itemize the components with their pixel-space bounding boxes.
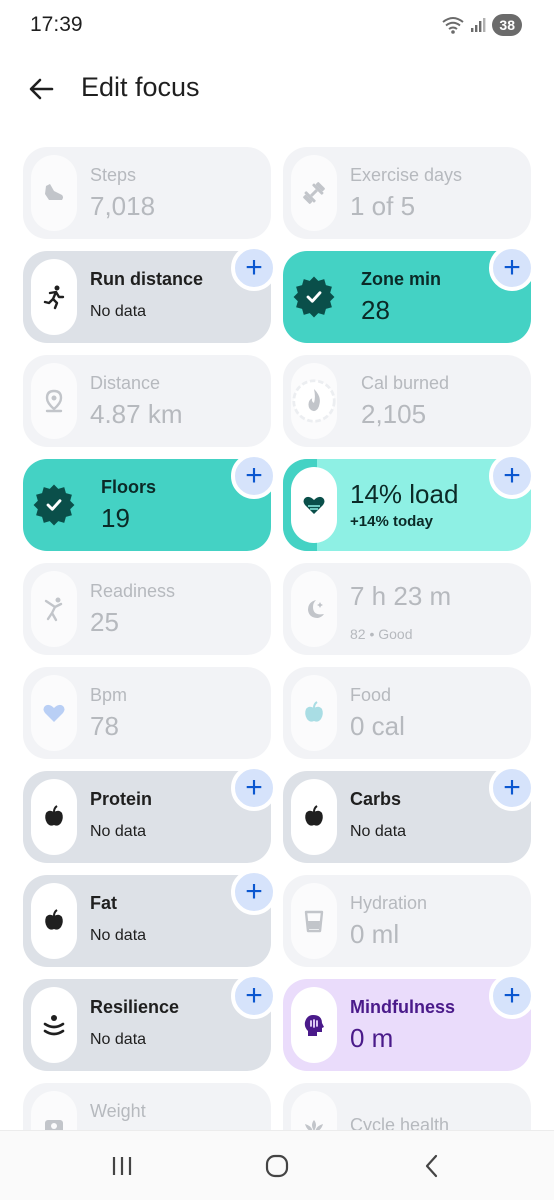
add-carbs-button[interactable]: + (489, 765, 531, 811)
recent-apps-icon (112, 1157, 132, 1175)
badge-check-icon (33, 484, 75, 526)
flame-icon (292, 379, 336, 423)
back-button[interactable] (20, 68, 62, 110)
shoe-icon (45, 184, 63, 200)
tile-value: 1 of 5 (350, 191, 416, 221)
battery-indicator: 38 (492, 14, 522, 36)
signal-icon (471, 18, 486, 32)
add-mindfulness-button[interactable]: + (489, 973, 531, 1019)
tile-value: 19 (101, 503, 130, 533)
tile-label: Hydration (350, 893, 428, 913)
tile-distance: Distance 4.87 km (23, 355, 271, 447)
apple-icon (305, 701, 323, 722)
tile-label: Carbs (350, 789, 402, 809)
tile-label: Bpm (90, 685, 128, 705)
page-title: Edit focus (81, 72, 200, 102)
tile-sub: No data (90, 1031, 147, 1048)
mind-head-icon (304, 1015, 324, 1036)
tile-label: Steps (90, 165, 137, 185)
status-bar: 17:39 38 (0, 0, 554, 52)
moon-star-icon (308, 600, 324, 618)
tile-value: 14% load (350, 479, 459, 509)
tile-hydration: Hydration 0 ml (283, 875, 531, 967)
tile-label: Distance (90, 373, 161, 393)
tile-sub: No data (90, 823, 147, 840)
water-glass-icon (304, 910, 324, 933)
tile-value: 25 (90, 607, 119, 637)
tile-label: Protein (90, 789, 153, 809)
tile-label: Cycle health (350, 1115, 450, 1130)
tile-bpm: Bpm 78 (23, 667, 271, 759)
arrow-left-icon (29, 78, 54, 100)
add-protein-button[interactable]: + (231, 765, 277, 811)
tile-value: 28 (361, 295, 390, 325)
tile-value: 7,018 (90, 191, 156, 221)
stretching-person-icon (44, 597, 63, 622)
app-bar: Edit focus (0, 60, 554, 116)
metric-grid: Steps 7,018 Exercise days 1 of 5 Run dis… (23, 147, 531, 1130)
apple-icon (305, 805, 323, 826)
home-icon (265, 1154, 289, 1178)
tile-value: 2,105 (361, 399, 427, 429)
tile-label: Cal burned (361, 373, 450, 393)
scale-icon (45, 1120, 63, 1130)
tile-label: Readiness (90, 581, 176, 601)
tile-cal-burned: Cal burned 2,105 (283, 355, 531, 447)
add-fat-button[interactable]: + (231, 869, 277, 915)
add-load-button[interactable]: + (489, 453, 531, 499)
tile-steps: Steps 7,018 (23, 147, 271, 239)
tile-label: Food (350, 685, 392, 705)
tile-value: 0 cal (350, 711, 405, 741)
tile-value: 4.87 km (90, 399, 183, 429)
badge-check-icon (293, 276, 335, 318)
tile-label: Mindfulness (350, 997, 456, 1017)
tile-exercise-days: Exercise days 1 of 5 (283, 147, 531, 239)
add-zone-min-button[interactable]: + (489, 245, 531, 291)
tile-sub: No data (90, 303, 147, 320)
tile-value: 7 h 23 m (350, 581, 452, 611)
status-icons: 38 (442, 14, 522, 36)
chevron-left-icon (425, 1154, 438, 1178)
back-nav-button[interactable] (412, 1149, 452, 1183)
tile-cycle-health: Cycle health (283, 1083, 531, 1130)
tile-label: Exercise days (350, 165, 463, 185)
lotus-icon (305, 1120, 323, 1130)
tile-label: Fat (90, 893, 117, 913)
tile-label: Resilience (90, 997, 180, 1017)
tile-label: Zone min (361, 269, 441, 289)
tile-weight: Weight (23, 1083, 271, 1130)
add-resilience-button[interactable]: + (231, 973, 277, 1019)
dumbbell-icon (303, 182, 325, 204)
tile-value: 0 ml (350, 919, 400, 949)
apple-icon (45, 805, 63, 826)
heart-waves-icon (303, 496, 325, 514)
tile-food: Food 0 cal (283, 667, 531, 759)
heart-icon (43, 704, 65, 722)
add-floors-button[interactable]: + (231, 453, 277, 499)
tile-sub: No data (350, 823, 407, 840)
tile-sleep: 7 h 23 m 82 • Good (283, 563, 531, 655)
tile-label: Weight (90, 1101, 146, 1121)
tile-value: 0 m (350, 1023, 394, 1053)
tile-sub: 82 • Good (350, 626, 413, 642)
add-run-distance-button[interactable]: + (231, 245, 277, 291)
status-time: 17:39 (30, 13, 83, 36)
tile-sub: +14% today (350, 513, 433, 530)
home-button[interactable] (257, 1149, 297, 1183)
resilience-icon (43, 1015, 65, 1036)
location-pin-icon (45, 389, 63, 413)
tile-readiness: Readiness 25 (23, 563, 271, 655)
tile-value: 78 (90, 711, 119, 741)
recent-apps-button[interactable] (102, 1149, 142, 1183)
tile-sub: No data (90, 927, 147, 944)
wifi-icon (442, 17, 465, 34)
tile-label: Run distance (90, 269, 204, 289)
running-person-icon (43, 285, 65, 310)
apple-icon (45, 909, 63, 930)
system-nav-bar (0, 1130, 554, 1200)
tile-label: Floors (101, 477, 157, 497)
